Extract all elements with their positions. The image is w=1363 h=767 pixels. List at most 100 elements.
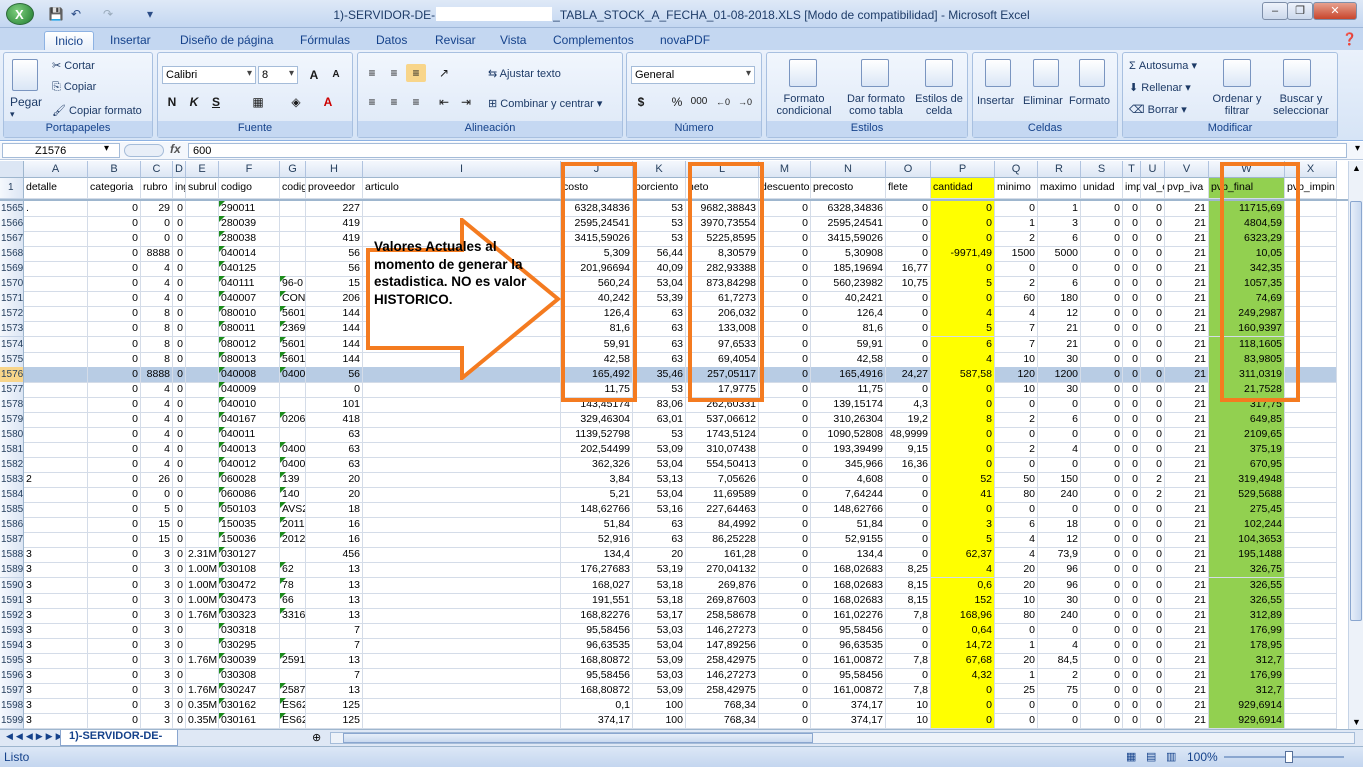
cell-p[interactable]: 0: [931, 457, 995, 474]
cell-m[interactable]: 0: [759, 426, 811, 443]
tab-diseno[interactable]: Diseño de página: [170, 31, 283, 50]
cell-h[interactable]: 63: [306, 457, 363, 474]
column-header-q[interactable]: Q: [995, 161, 1038, 178]
column-header-g[interactable]: G: [280, 161, 306, 178]
cell-u[interactable]: 0: [1141, 321, 1165, 338]
cell-n[interactable]: 168,02683: [811, 592, 886, 609]
cell-t[interactable]: 0: [1123, 472, 1141, 489]
cell-m[interactable]: 0: [759, 261, 811, 278]
cell-w[interactable]: 6323,29: [1209, 231, 1285, 248]
cell-l[interactable]: 768,34: [686, 713, 759, 729]
cell-p[interactable]: 5: [931, 321, 995, 338]
cell-t[interactable]: 0: [1123, 637, 1141, 654]
cell-u[interactable]: 0: [1141, 607, 1165, 624]
grow-font-icon[interactable]: A: [304, 66, 324, 84]
cell-x[interactable]: [1285, 201, 1337, 217]
cell-n[interactable]: 374,17: [811, 697, 886, 714]
row-header[interactable]: 1586: [0, 517, 24, 534]
cell-k[interactable]: 53,39: [633, 291, 686, 308]
cell-w[interactable]: 160,9397: [1209, 321, 1285, 338]
row-header[interactable]: 1574: [0, 336, 24, 353]
cell-d[interactable]: 0: [173, 216, 186, 233]
cell-f[interactable]: 040014: [219, 246, 280, 263]
cell-m[interactable]: 0: [759, 216, 811, 233]
cell-k[interactable]: 53,03: [633, 622, 686, 639]
cell-v[interactable]: 21: [1165, 321, 1209, 338]
cell-d[interactable]: 0: [173, 667, 186, 684]
cell-d[interactable]: 0: [173, 276, 186, 293]
cell-j[interactable]: 168,80872: [561, 652, 633, 669]
increase-decimal-icon[interactable]: ←0: [713, 93, 733, 111]
cell-u[interactable]: 0: [1141, 592, 1165, 609]
cell-m[interactable]: 0: [759, 321, 811, 338]
cell-n[interactable]: 59,91: [811, 336, 886, 353]
cell-s[interactable]: 0: [1081, 592, 1123, 609]
cell-u[interactable]: 0: [1141, 261, 1165, 278]
column-header-n[interactable]: N: [811, 161, 886, 178]
horizontal-scrollbar[interactable]: [330, 732, 1355, 744]
cell-a[interactable]: [24, 291, 88, 308]
cell-q[interactable]: 80: [995, 607, 1038, 624]
cell-r[interactable]: 96: [1038, 562, 1081, 579]
row-header[interactable]: 1573: [0, 321, 24, 338]
cell-m[interactable]: 0: [759, 637, 811, 654]
cell-s[interactable]: 0: [1081, 201, 1123, 217]
increase-indent-icon[interactable]: ⇥: [456, 93, 476, 111]
cell-e[interactable]: [186, 487, 219, 504]
cell-t[interactable]: 0: [1123, 276, 1141, 293]
cell-n[interactable]: 161,00872: [811, 652, 886, 669]
cell-n[interactable]: 168,02683: [811, 577, 886, 594]
cell-f[interactable]: 040009: [219, 381, 280, 398]
cell-l[interactable]: 17,9775: [686, 381, 759, 398]
cell-q[interactable]: 1: [995, 667, 1038, 684]
cell-e[interactable]: [186, 336, 219, 353]
cell-v[interactable]: 21: [1165, 441, 1209, 458]
cell-m[interactable]: 0: [759, 682, 811, 699]
cell-o[interactable]: 0: [886, 517, 931, 534]
cell-c[interactable]: 3: [141, 592, 173, 609]
cell-k[interactable]: 53: [633, 426, 686, 443]
cell-x[interactable]: [1285, 472, 1337, 489]
cell-j[interactable]: 126,4: [561, 306, 633, 323]
cell-t[interactable]: 0: [1123, 622, 1141, 639]
italic-button[interactable]: K: [184, 93, 204, 111]
cell-s[interactable]: 0: [1081, 336, 1123, 353]
cell-j[interactable]: 362,326: [561, 457, 633, 474]
font-size-select[interactable]: 8: [258, 66, 298, 84]
cell-k[interactable]: 53,04: [633, 637, 686, 654]
cell-v[interactable]: 21: [1165, 502, 1209, 519]
cell-f[interactable]: 030318: [219, 622, 280, 639]
cell-u[interactable]: 0: [1141, 396, 1165, 413]
cell-l[interactable]: 258,58678: [686, 607, 759, 624]
zoom-slider-knob[interactable]: [1285, 751, 1293, 763]
cell-o[interactable]: 0: [886, 502, 931, 519]
cell-n[interactable]: 51,84: [811, 517, 886, 534]
cell-v[interactable]: 21: [1165, 622, 1209, 639]
cell-p[interactable]: 168,96: [931, 607, 995, 624]
cell-f[interactable]: 080013: [219, 351, 280, 368]
field-header-pvp-impin[interactable]: pvp_impin: [1285, 178, 1337, 199]
cell-t[interactable]: 0: [1123, 667, 1141, 684]
cell-k[interactable]: 53,19: [633, 562, 686, 579]
cell-f[interactable]: 080012: [219, 336, 280, 353]
cell-n[interactable]: 139,15174: [811, 396, 886, 413]
cell-h[interactable]: 418: [306, 411, 363, 428]
cell-q[interactable]: 20: [995, 562, 1038, 579]
minimize-button[interactable]: –: [1262, 2, 1288, 20]
cell-m[interactable]: 0: [759, 667, 811, 684]
cell-r[interactable]: 21: [1038, 336, 1081, 353]
cell-f[interactable]: 040012: [219, 457, 280, 474]
cell-v[interactable]: 21: [1165, 562, 1209, 579]
cell-m[interactable]: 0: [759, 246, 811, 263]
cell-s[interactable]: 0: [1081, 276, 1123, 293]
field-header-ing[interactable]: ing: [173, 178, 186, 199]
column-header-t[interactable]: T: [1123, 161, 1141, 178]
cell-r[interactable]: 0: [1038, 713, 1081, 729]
cell-l[interactable]: 282,93388: [686, 261, 759, 278]
cell-p[interactable]: 6: [931, 336, 995, 353]
row-header[interactable]: 1599: [0, 713, 24, 729]
cell-j[interactable]: 59,91: [561, 336, 633, 353]
cell-t[interactable]: 0: [1123, 592, 1141, 609]
cell-m[interactable]: 0: [759, 607, 811, 624]
row-header[interactable]: 1589: [0, 562, 24, 579]
